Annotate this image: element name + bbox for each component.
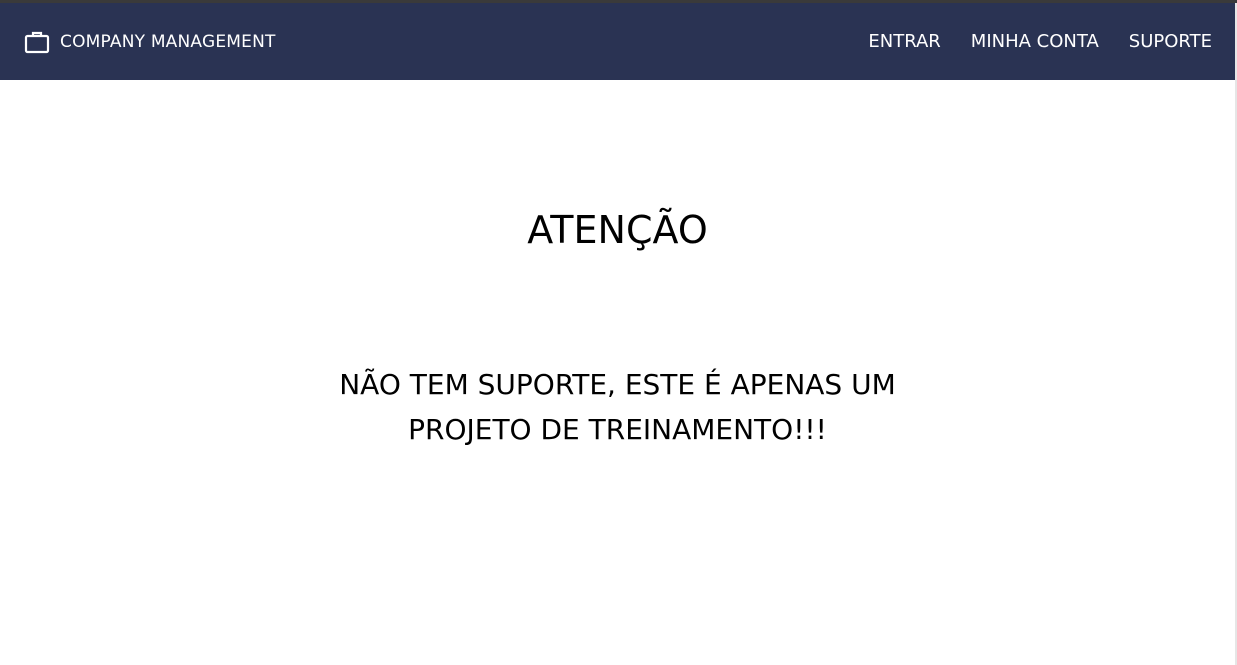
brand-label: COMPANY MANAGEMENT bbox=[60, 31, 276, 52]
page-title: ATENÇÃO bbox=[527, 208, 708, 252]
support-notice-line: NÃO TEM SUPORTE, ESTE É APENAS UM bbox=[339, 368, 896, 401]
support-notice: NÃO TEM SUPORTE, ESTE É APENAS UM PROJET… bbox=[0, 362, 1235, 452]
nav-links: ENTRAR MINHA CONTA SUPORTE bbox=[868, 3, 1212, 80]
briefcase-icon bbox=[24, 31, 50, 53]
support-notice-line: PROJETO DE TREINAMENTO!!! bbox=[408, 413, 827, 446]
nav-link-minha-conta[interactable]: MINHA CONTA bbox=[971, 31, 1099, 52]
navbar: COMPANY MANAGEMENT ENTRAR MINHA CONTA SU… bbox=[0, 3, 1235, 80]
nav-link-suporte[interactable]: SUPORTE bbox=[1129, 31, 1212, 52]
nav-link-entrar[interactable]: ENTRAR bbox=[868, 31, 940, 52]
brand-link[interactable]: COMPANY MANAGEMENT bbox=[24, 3, 276, 80]
